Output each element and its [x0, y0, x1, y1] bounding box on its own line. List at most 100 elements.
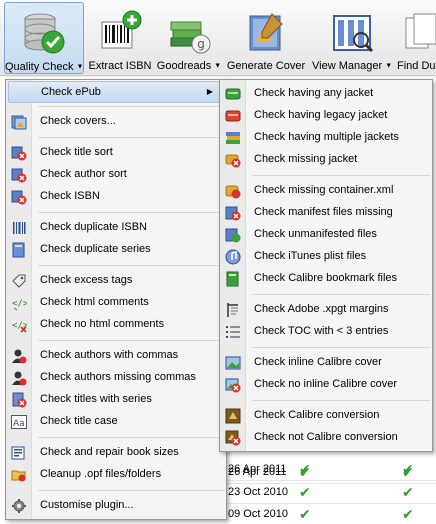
menu-item-customise-plugin[interactable]: Customise plugin...: [8, 495, 224, 517]
menu-item-label: Check and repair book sizes: [40, 446, 179, 458]
menu-item-label: Check titles with series: [40, 393, 152, 405]
menu-item-label: Check Adobe .xpgt margins: [254, 303, 389, 315]
svg-text:</>: </>: [12, 321, 27, 331]
caret-down-icon: ▼: [214, 62, 222, 70]
generate-cover-label: Generate Cover: [226, 60, 306, 72]
menu-separator: [38, 265, 224, 266]
menu-separator: [252, 294, 430, 295]
menu-item-label: Check having any jacket: [254, 87, 374, 99]
caret-down-icon: ▼: [385, 62, 393, 70]
submenu-item-multiple-jackets[interactable]: Check having multiple jackets: [222, 127, 430, 149]
menu-item-label: Check having multiple jackets: [254, 131, 399, 143]
menu-separator: [252, 347, 430, 348]
not-calibre-icon: [225, 430, 241, 446]
menu-item-label: Check no inline Calibre cover: [254, 378, 398, 390]
quality-check-label: Quality Check ▼: [5, 61, 84, 73]
author-missing-icon: [12, 371, 27, 386]
submenu-item-itunes-plist[interactable]: Check iTunes plist files: [222, 246, 430, 268]
menu-item-check-title-case[interactable]: Aa Check title case: [8, 411, 224, 433]
submenu-arrow-icon: ▶: [206, 87, 213, 96]
submenu-item-calibre-conversion[interactable]: Check Calibre conversion: [222, 405, 430, 427]
menu-item-label: Check missing jacket: [254, 153, 358, 165]
extract-isbn-button[interactable]: Extract ISBN: [86, 2, 154, 74]
menu-item-check-duplicate-series[interactable]: Check duplicate series: [8, 239, 224, 261]
svg-text:</>: </>: [12, 299, 27, 309]
check-icon: ✔: [299, 506, 311, 522]
menu-separator: [38, 212, 224, 213]
submenu-item-toc-entries[interactable]: Check TOC with < 3 entries: [222, 321, 430, 343]
menu-item-label: Check author sort: [40, 168, 127, 180]
quality-check-menu: Check ePub ▶ Check covers... Check title…: [5, 79, 227, 520]
submenu-item-inline-cover[interactable]: Check inline Calibre cover: [222, 352, 430, 374]
menu-separator: [252, 175, 430, 176]
menu-item-check-epub[interactable]: Check ePub ▶: [8, 81, 224, 103]
submenu-item-missing-container[interactable]: Check missing container.xml: [222, 180, 430, 202]
check-icon: ✔: [299, 484, 311, 500]
cover-missing-icon: [225, 378, 241, 393]
submenu-item-unmanifested[interactable]: Check unmanifested files: [222, 224, 430, 246]
folder-cleanup-icon: [11, 470, 26, 482]
menu-item-label: Cleanup .opf files/folders: [40, 468, 162, 480]
menu-item-check-no-html-comments[interactable]: </> Check no html comments: [8, 314, 224, 336]
jacket-green-icon: [225, 88, 241, 100]
check-icon: ✔: [299, 461, 311, 477]
check-icon: ✔: [402, 461, 414, 477]
menu-item-check-excess-tags[interactable]: Check excess tags: [8, 270, 224, 292]
menu-item-check-covers[interactable]: Check covers...: [8, 111, 224, 133]
book-sizes-icon: [11, 446, 25, 460]
barcode-icon: [13, 222, 26, 234]
menu-item-check-repair-book-sizes[interactable]: Check and repair book sizes: [8, 442, 224, 464]
menu-item-label: Check ePub: [41, 86, 101, 98]
duplicate-pages-icon: [405, 13, 436, 49]
submenu-item-any-jacket[interactable]: Check having any jacket: [222, 83, 430, 105]
menu-item-check-author-sort[interactable]: Check author sort: [8, 164, 224, 186]
menu-item-check-title-sort[interactable]: Check title sort: [8, 142, 224, 164]
goodreads-label: Goodreads ▼: [156, 60, 222, 72]
view-manager-button[interactable]: View Manager ▼: [312, 2, 392, 74]
caret-down-icon: ▼: [76, 63, 84, 71]
menu-item-label: Check inline Calibre cover: [254, 356, 382, 368]
menu-separator: [38, 340, 224, 341]
submenu-item-adobe-margins[interactable]: Check Adobe .xpgt margins: [222, 299, 430, 321]
sort-error-icon: [11, 168, 27, 183]
submenu-item-no-inline-cover[interactable]: Check no inline Calibre cover: [222, 374, 430, 396]
submenu-item-legacy-jacket[interactable]: Check having legacy jacket: [222, 105, 430, 127]
menu-separator: [38, 490, 224, 491]
no-html-comment-icon: </>: [12, 321, 27, 333]
menu-item-check-authors-with-commas[interactable]: Check authors with commas: [8, 345, 224, 367]
toc-icon: [226, 326, 240, 338]
jacket-red-icon: [225, 110, 241, 122]
menu-item-check-duplicate-isbn[interactable]: Check duplicate ISBN: [8, 217, 224, 239]
author-icon: [12, 349, 27, 364]
submenu-item-calibre-bookmark[interactable]: Check Calibre bookmark files: [222, 268, 430, 290]
menu-item-label: Check Calibre bookmark files: [254, 272, 398, 284]
menu-item-check-titles-with-series[interactable]: Check titles with series: [8, 389, 224, 411]
gear-icon: [12, 499, 26, 513]
goodreads-button[interactable]: g Goodreads ▼: [156, 2, 222, 74]
menu-item-check-authors-missing-commas[interactable]: Check authors missing commas: [8, 367, 224, 389]
table-row[interactable]: 26 Apr 2011 ✔ ✔: [222, 459, 436, 481]
bookmark-icon: [226, 271, 239, 287]
submenu-item-manifest-missing[interactable]: Check manifest files missing: [222, 202, 430, 224]
cover-paint-icon: [249, 13, 283, 51]
find-duplicates-button[interactable]: Find Dup: [394, 2, 436, 74]
check-icon: ✔: [402, 484, 414, 500]
sort-error-icon: [11, 146, 27, 161]
jacket-missing-icon: [225, 154, 241, 168]
menu-item-check-isbn[interactable]: Check ISBN: [8, 186, 224, 208]
menu-item-label: Check missing container.xml: [254, 184, 394, 196]
submenu-item-not-calibre-conversion[interactable]: Check not Calibre conversion: [222, 427, 430, 449]
quality-check-button[interactable]: Quality Check ▼: [4, 2, 84, 74]
table-row[interactable]: 09 Oct 2010 ✔ ✔: [222, 504, 436, 524]
isbn-error-icon: [11, 190, 27, 205]
table-row[interactable]: 23 Oct 2010 ✔ ✔: [222, 482, 436, 504]
date-cell: 26 Apr 2011: [228, 463, 287, 475]
menu-separator: [252, 400, 430, 401]
menu-item-check-html-comments[interactable]: </> Check html comments: [8, 292, 224, 314]
menu-item-label: Check authors with commas: [40, 349, 179, 361]
menu-separator: [38, 137, 224, 138]
submenu-item-missing-jacket[interactable]: Check missing jacket: [222, 149, 430, 171]
menu-item-cleanup-opf[interactable]: Cleanup .opf files/folders: [8, 464, 224, 486]
generate-cover-button[interactable]: Generate Cover: [225, 2, 307, 74]
menu-item-label: Check having legacy jacket: [254, 109, 388, 121]
